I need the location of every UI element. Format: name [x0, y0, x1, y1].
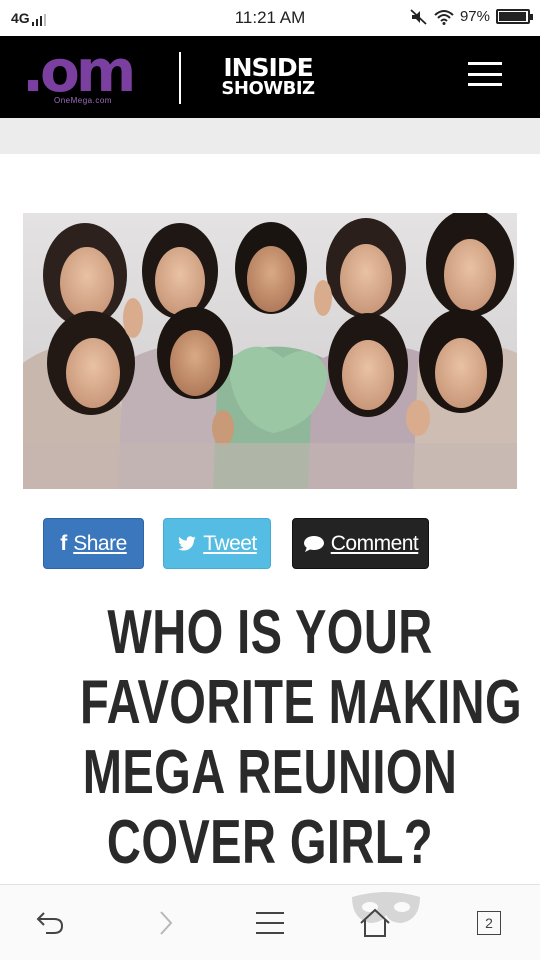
browser-toolbar: 2 — [0, 884, 540, 960]
mute-icon — [410, 8, 427, 25]
facebook-share-button[interactable]: f Share — [43, 518, 144, 569]
twitter-tweet-button[interactable]: Tweet — [163, 518, 271, 569]
headline-line: MEGA REUNION — [82, 738, 458, 807]
wifi-icon — [434, 9, 454, 25]
logo-subtext: OneMega.com — [54, 96, 112, 105]
forward-icon[interactable] — [145, 903, 185, 943]
tabs-icon[interactable]: 2 — [469, 903, 509, 943]
twitter-icon — [178, 535, 197, 550]
headline-line: WHO IS YOUR — [107, 598, 433, 667]
share-label: Share — [73, 531, 127, 555]
section-brand[interactable]: INSIDE SHOWBIZ — [219, 53, 317, 99]
back-icon[interactable] — [30, 903, 70, 943]
site-logo[interactable]: .om OneMega.com — [22, 37, 146, 108]
tab-count: 2 — [477, 911, 501, 935]
battery-level — [499, 12, 527, 21]
menu-icon[interactable] — [250, 903, 290, 943]
home-icon[interactable] — [355, 903, 395, 943]
battery-icon — [496, 9, 533, 24]
status-bar: 4G 11:21 AM 97% — [0, 0, 540, 36]
comment-button[interactable]: Comment — [292, 518, 429, 569]
brand-line1: INSIDE — [223, 53, 313, 82]
hero-image — [23, 213, 517, 489]
status-right: 97% — [410, 8, 533, 25]
header-divider — [179, 52, 181, 104]
facebook-icon: f — [60, 531, 68, 555]
share-buttons: f Share Tweet Comment — [0, 518, 540, 570]
comment-label: Comment — [330, 531, 419, 555]
brand-line2: SHOWBIZ — [221, 77, 315, 99]
hamburger-menu-icon[interactable] — [468, 60, 502, 88]
ad-placeholder-band — [0, 118, 540, 154]
comment-icon — [303, 535, 324, 552]
article-headline: WHO IS YOUR FAVORITE MAKING MEGA REUNION… — [80, 598, 522, 878]
headline-line: FAVORITE MAKING — [80, 668, 522, 737]
tweet-label: Tweet — [203, 531, 257, 555]
headline-line: COVER GIRL? — [106, 808, 434, 877]
logo-text: .om — [22, 37, 136, 105]
battery-percent: 97% — [459, 8, 490, 25]
site-header: .om OneMega.com INSIDE SHOWBIZ — [0, 36, 540, 118]
